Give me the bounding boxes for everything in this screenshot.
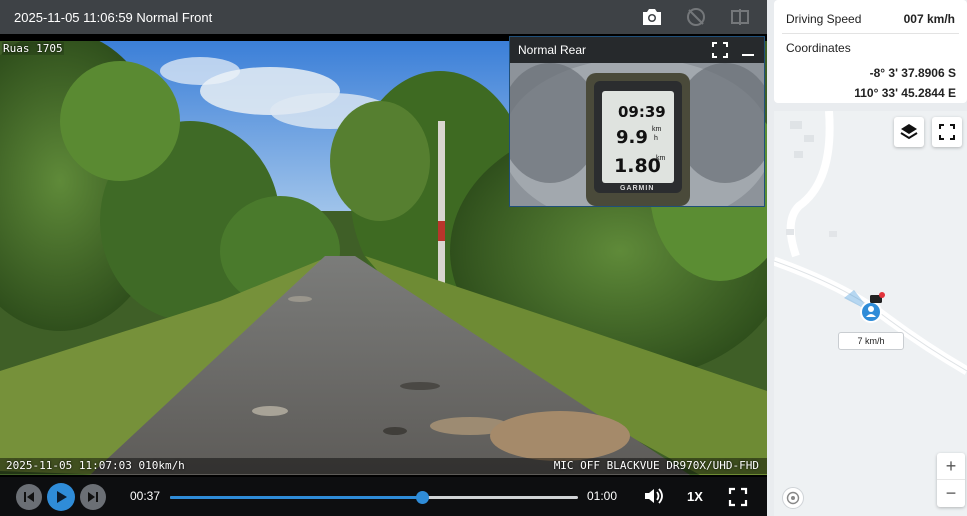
video-title: 2025-11-05 11:06:59 Normal Front bbox=[14, 9, 213, 25]
gauge-speed-unit-top: km bbox=[652, 126, 662, 133]
camera-icon bbox=[643, 9, 661, 25]
rotate-button[interactable] bbox=[679, 0, 713, 34]
fullscreen-icon bbox=[728, 487, 748, 507]
latitude-value: -8° 3' 37.8906 S bbox=[869, 66, 956, 80]
pip-expand-button[interactable] bbox=[708, 38, 732, 62]
gauge-speed: 9.9 bbox=[616, 127, 648, 148]
map-fullscreen-button[interactable] bbox=[932, 117, 962, 147]
minimize-icon bbox=[742, 54, 754, 56]
total-time: 01:00 bbox=[587, 489, 618, 503]
current-time: 00:37 bbox=[130, 489, 161, 503]
zoom-out-button[interactable]: − bbox=[937, 480, 965, 507]
map-zoom-control: + − bbox=[937, 453, 965, 507]
map-speed-tag: 7 km/h bbox=[838, 332, 904, 350]
compass-button[interactable] bbox=[782, 487, 804, 509]
prev-icon bbox=[24, 492, 34, 502]
pip-minimize-button[interactable] bbox=[736, 38, 760, 62]
volume-icon bbox=[645, 488, 663, 504]
location-map[interactable]: 7 km/h + − bbox=[774, 111, 967, 516]
player-top-bar: 2025-11-05 11:06:59 Normal Front bbox=[0, 0, 767, 34]
rear-camera-pip[interactable]: Normal Rear 09:39 9.9 km h 1.80 km GARMI… bbox=[509, 36, 765, 207]
play-button[interactable] bbox=[47, 483, 75, 511]
flip-button[interactable] bbox=[723, 0, 757, 34]
rear-camera-view: 09:39 9.9 km h 1.80 km GARMIN bbox=[510, 63, 764, 206]
play-icon bbox=[57, 491, 67, 503]
fullscreen-button[interactable] bbox=[728, 487, 748, 512]
volume-button[interactable] bbox=[643, 486, 665, 511]
gauge-distance: 1.80 bbox=[614, 155, 661, 177]
progress-bar[interactable] bbox=[170, 491, 578, 504]
playback-speed-button[interactable]: 1X bbox=[687, 489, 703, 504]
video-player: 2025-11-05 11:06:59 Normal Front Ruas 17… bbox=[0, 0, 767, 516]
osd-device-info: MIC OFF BLACKVUE DR970X/UHD-FHD bbox=[553, 459, 759, 472]
flip-icon bbox=[731, 9, 749, 25]
map-layers-button[interactable] bbox=[894, 117, 924, 147]
rotate-icon bbox=[687, 8, 705, 26]
front-osd-label: Ruas 1705 bbox=[2, 42, 64, 55]
drive-info-panel: Driving Speed 007 km/h Coordinates -8° 3… bbox=[774, 0, 967, 103]
gauge-speed-unit-bottom: h bbox=[654, 135, 658, 142]
speed-label: Driving Speed bbox=[786, 12, 862, 26]
dashcam-viewer: 2025-11-05 11:06:59 Normal Front Ruas 17… bbox=[0, 0, 967, 516]
osd-timestamp: 2025-11-05 11:07:03 010km/h bbox=[6, 459, 185, 472]
speed-row: Driving Speed 007 km/h bbox=[786, 12, 955, 34]
pip-title: Normal Rear bbox=[518, 43, 587, 57]
compass-icon bbox=[786, 491, 800, 505]
fullscreen-icon bbox=[939, 124, 955, 140]
snapshot-button[interactable] bbox=[635, 0, 669, 34]
progress-handle[interactable] bbox=[415, 491, 429, 504]
zoom-in-button[interactable]: + bbox=[937, 453, 965, 480]
info-divider bbox=[782, 33, 959, 34]
gauge-time: 09:39 bbox=[618, 103, 666, 121]
vehicle-marker[interactable] bbox=[840, 286, 890, 335]
vehicle-marker-icon bbox=[844, 290, 885, 323]
longitude-value: 110° 33' 45.2844 E bbox=[854, 86, 956, 100]
gauge-brand: GARMIN bbox=[620, 185, 655, 192]
next-button[interactable] bbox=[80, 484, 106, 510]
progress-fill bbox=[170, 496, 422, 499]
fullscreen-icon bbox=[712, 42, 728, 58]
speed-value: 007 km/h bbox=[903, 12, 955, 26]
gauge-distance-unit: km bbox=[656, 155, 666, 162]
playback-controls: 00:37 01:00 1X bbox=[0, 477, 767, 516]
layers-icon bbox=[900, 124, 918, 140]
next-icon bbox=[88, 492, 98, 502]
coordinates-label: Coordinates bbox=[786, 41, 851, 55]
previous-button[interactable] bbox=[16, 484, 42, 510]
pip-header: Normal Rear bbox=[510, 37, 764, 63]
